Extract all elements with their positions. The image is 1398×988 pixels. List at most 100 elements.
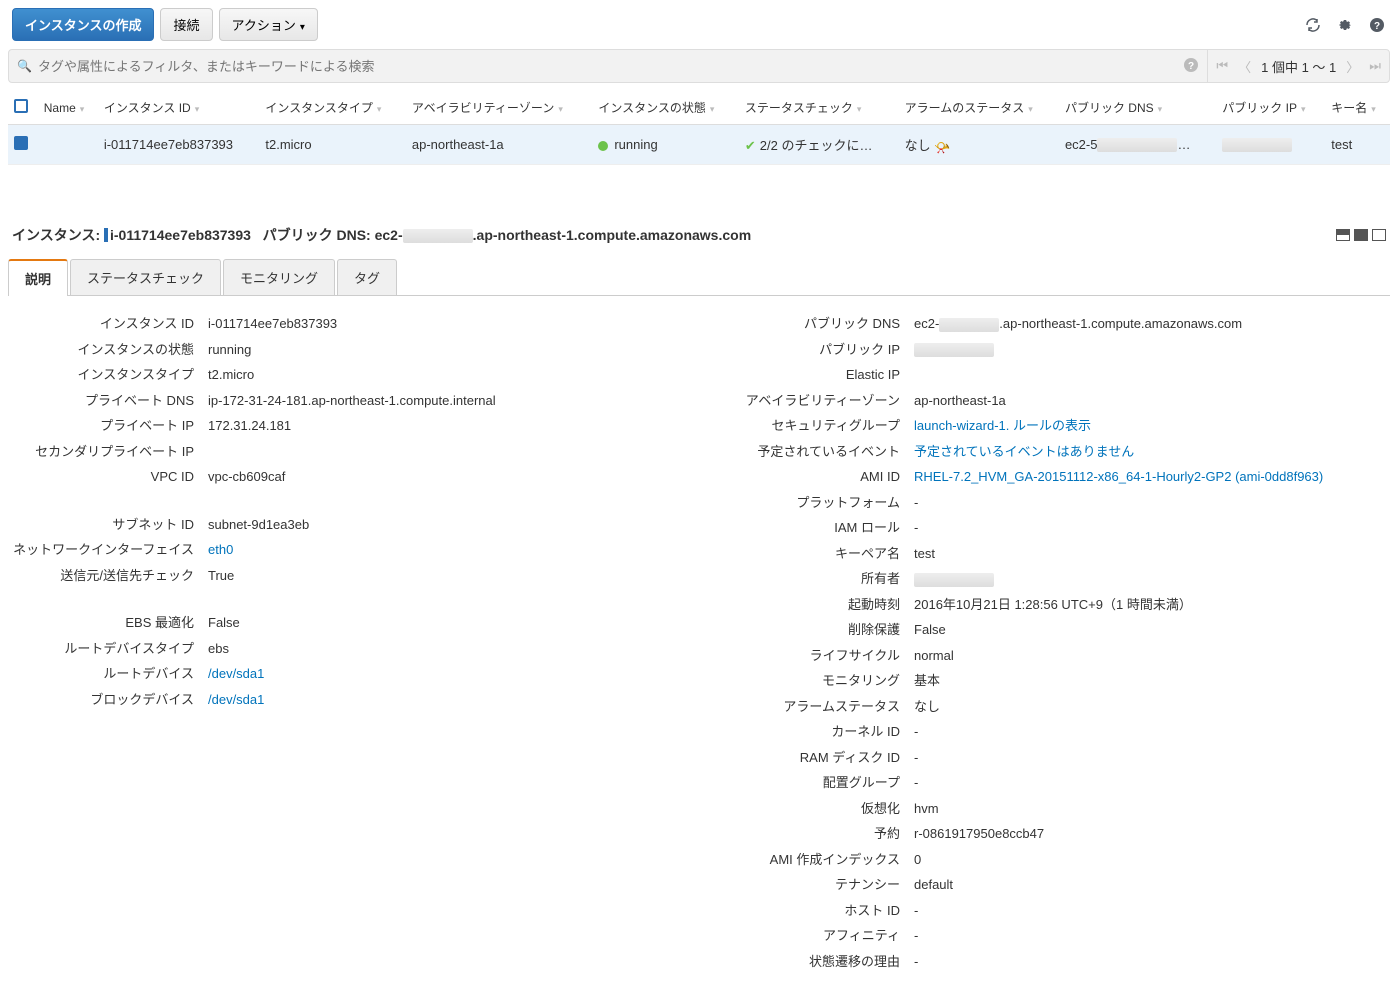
detail-key: 送信元/送信先チェック: [8, 566, 208, 586]
detail-value: -: [914, 518, 1390, 538]
detail-value: [914, 569, 1390, 589]
toolbar: インスタンスの作成 接続 アクション▾ ?: [0, 0, 1398, 49]
column-header[interactable]: アラームのステータス▾: [899, 91, 1059, 125]
detail-key: サブネット ID: [8, 515, 208, 535]
detail-key: 削除保護: [714, 620, 914, 640]
row-checkbox[interactable]: [14, 136, 28, 150]
detail-row: ネットワークインターフェイスeth0: [8, 537, 684, 563]
column-header[interactable]: インスタンスの状態▾: [592, 91, 739, 125]
detail-row: インスタンス IDi-011714ee7eb837393: [8, 311, 684, 337]
svg-text:?: ?: [1188, 61, 1194, 72]
details-panel: インスタンス IDi-011714ee7eb837393インスタンスの状態run…: [0, 297, 1398, 988]
detail-row: プライベート DNSip-172-31-24-181.ap-northeast-…: [8, 388, 684, 414]
detail-value: [914, 340, 1390, 360]
detail-key: IAM ロール: [714, 518, 914, 538]
tab-1[interactable]: ステータスチェック: [70, 259, 221, 296]
page-last-icon[interactable]: ⏭: [1369, 58, 1381, 74]
column-header[interactable]: インスタンス ID▾: [98, 91, 260, 125]
detail-value: t2.micro: [208, 365, 684, 385]
detail-value: ebs: [208, 639, 684, 659]
tab-2[interactable]: モニタリング: [223, 259, 335, 296]
detail-row: 仮想化hvm: [714, 796, 1390, 822]
detail-key: ホスト ID: [714, 901, 914, 921]
page-first-icon[interactable]: ⏮: [1216, 58, 1228, 74]
detail-key: VPC ID: [8, 467, 208, 487]
column-header[interactable]: アベイラビリティーゾーン▾: [406, 91, 592, 125]
detail-key: アベイラビリティーゾーン: [714, 391, 914, 411]
filter-bar: 🔍 ? ⏮ 〈 1 個中 1 ～ 1 〉 ⏭: [8, 49, 1390, 83]
sort-icon: ▾: [558, 104, 563, 114]
page-prev-icon[interactable]: 〈: [1238, 57, 1251, 76]
layout-max-icon[interactable]: [1354, 229, 1368, 241]
refresh-icon[interactable]: [1304, 16, 1322, 34]
cell-alarm: なし 📯: [899, 125, 1059, 165]
detail-value: -: [914, 952, 1390, 972]
settings-icon[interactable]: [1336, 16, 1354, 34]
detail-key: プラットフォーム: [714, 493, 914, 513]
caret-down-icon: ▾: [300, 22, 305, 33]
detail-value: test: [914, 544, 1390, 564]
detail-value: hvm: [914, 799, 1390, 819]
column-header[interactable]: Name▾: [38, 91, 98, 125]
launch-instance-button[interactable]: インスタンスの作成: [12, 8, 154, 41]
detail-row: プラットフォーム-: [714, 490, 1390, 516]
pager: ⏮ 〈 1 個中 1 ～ 1 〉 ⏭: [1207, 50, 1389, 82]
column-header[interactable]: パブリック DNS▾: [1059, 91, 1216, 125]
column-header[interactable]: ステータスチェック▾: [739, 91, 899, 125]
select-all-checkbox[interactable]: [14, 99, 28, 113]
column-header[interactable]: キー名▾: [1325, 91, 1390, 125]
detail-key: ネットワークインターフェイス: [8, 540, 208, 560]
detail-link[interactable]: . ルールの表示: [1006, 418, 1091, 433]
detail-key: ルートデバイスタイプ: [8, 639, 208, 659]
alarm-add-icon[interactable]: 📯: [934, 140, 948, 154]
detail-row: AMI 作成インデックス0: [714, 847, 1390, 873]
detail-link[interactable]: /dev/sda1: [208, 692, 264, 707]
detail-key: AMI ID: [714, 467, 914, 487]
actions-dropdown[interactable]: アクション▾: [219, 8, 318, 41]
detail-value: normal: [914, 646, 1390, 666]
detail-row: セカンダリプライベート IP: [8, 439, 684, 465]
detail-link[interactable]: launch-wizard-1: [914, 418, 1006, 433]
layout-split-icon[interactable]: [1336, 229, 1350, 241]
detail-link[interactable]: 予定されているイベントはありません: [914, 444, 1134, 459]
detail-value: vpc-cb609caf: [208, 467, 684, 487]
detail-key: モニタリング: [714, 671, 914, 691]
detail-value: default: [914, 875, 1390, 895]
detail-value: /dev/sda1: [208, 664, 684, 684]
table-row[interactable]: i-011714ee7eb837393 t2.micro ap-northeas…: [8, 125, 1390, 165]
detail-row: IAM ロール-: [714, 515, 1390, 541]
instances-table: Name▾インスタンス ID▾インスタンスタイプ▾アベイラビリティーゾーン▾イン…: [8, 91, 1390, 165]
detail-value: -: [914, 493, 1390, 513]
detail-key: インスタンスタイプ: [8, 365, 208, 385]
detail-link[interactable]: /dev/sda1: [208, 666, 264, 681]
detail-key: 仮想化: [714, 799, 914, 819]
detail-value: r-0861917950e8ccb47: [914, 824, 1390, 844]
detail-row: アフィニティ-: [714, 923, 1390, 949]
detail-row: RAM ディスク ID-: [714, 745, 1390, 771]
sort-icon: ▾: [1158, 104, 1163, 114]
detail-link[interactable]: eth0: [208, 542, 233, 557]
detail-key: パブリック DNS: [714, 314, 914, 334]
column-header[interactable]: インスタンスタイプ▾: [259, 91, 406, 125]
summary-dns-value: ec2-.ap-northeast-1.compute.amazonaws.co…: [375, 227, 752, 243]
column-header[interactable]: パブリック IP▾: [1216, 91, 1325, 125]
detail-key: セキュリティグループ: [714, 416, 914, 436]
layout-min-icon[interactable]: [1372, 229, 1386, 241]
filter-input[interactable]: [38, 59, 1167, 74]
detail-link[interactable]: RHEL-7.2_HVM_GA-20151112-x86_64-1-Hourly…: [914, 469, 1323, 484]
filter-help-icon[interactable]: ?: [1183, 57, 1199, 76]
detail-value: subnet-9d1ea3eb: [208, 515, 684, 535]
detail-key: カーネル ID: [714, 722, 914, 742]
cell-public-dns: ec2-5…: [1059, 125, 1216, 165]
detail-key: ライフサイクル: [714, 646, 914, 666]
detail-row: Elastic IP: [714, 362, 1390, 388]
check-pass-icon: ✔: [745, 138, 756, 153]
detail-value: なし: [914, 697, 1390, 717]
connect-button[interactable]: 接続: [160, 8, 212, 41]
tab-0[interactable]: 説明: [8, 259, 68, 296]
summary-dns-label: パブリック DNS:: [263, 225, 371, 245]
detail-row: 送信元/送信先チェックTrue: [8, 563, 684, 589]
help-icon[interactable]: ?: [1368, 16, 1386, 34]
tab-3[interactable]: タグ: [337, 259, 397, 296]
page-next-icon[interactable]: 〉: [1346, 57, 1359, 76]
